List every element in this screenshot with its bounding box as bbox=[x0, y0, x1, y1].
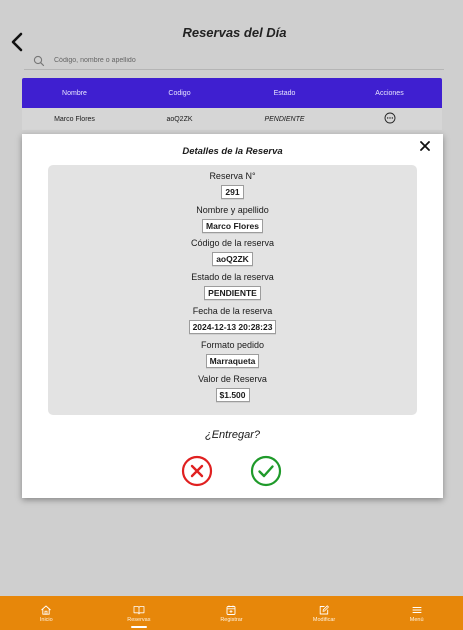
field-label: Reserva N° bbox=[209, 171, 256, 181]
field-label: Formato pedido bbox=[200, 340, 265, 350]
field-value: aoQ2ZK bbox=[212, 252, 253, 266]
field-value: 291 bbox=[221, 185, 244, 199]
deliver-question: ¿Entregar? bbox=[204, 429, 261, 441]
reject-button[interactable] bbox=[181, 455, 213, 487]
nav-item-inicio[interactable]: Inicio bbox=[11, 596, 81, 630]
column-header-nombre: Nombre bbox=[62, 89, 87, 97]
field-value: $1.500 bbox=[215, 388, 250, 402]
nav-label: Modificar bbox=[312, 616, 336, 623]
field-formato: Formato pedido Marraqueta bbox=[48, 340, 417, 369]
field-value: 2024-12-13 20:28:23 bbox=[188, 320, 277, 334]
field-reserva-numero: Reserva N° 291 bbox=[48, 171, 417, 200]
nav-item-reservas[interactable]: Reservas bbox=[104, 596, 174, 630]
check-circle-icon bbox=[250, 455, 282, 487]
search-icon bbox=[33, 55, 45, 66]
search-input[interactable] bbox=[54, 57, 414, 64]
field-nombre: Nombre y apellido Marco Flores bbox=[48, 205, 417, 234]
field-estado: Estado de la reserva PENDIENTE bbox=[48, 272, 417, 301]
bottom-navigation: Inicio Reservas Registrar Modificar Menú bbox=[0, 596, 463, 630]
nav-label: Reservas bbox=[127, 616, 151, 623]
search-bar[interactable] bbox=[24, 52, 444, 70]
modal-title: Detalles de la Reserva bbox=[182, 146, 283, 157]
cell-nombre: Marco Flores bbox=[54, 115, 95, 123]
row-actions-button[interactable] bbox=[384, 112, 396, 124]
nav-item-menu[interactable]: Menú bbox=[382, 596, 452, 630]
nav-item-modificar[interactable]: Modificar bbox=[289, 596, 359, 630]
field-value: PENDIENTE bbox=[204, 286, 261, 300]
reservation-details-modal: Detalles de la Reserva Reserva N° 291 No… bbox=[22, 134, 443, 498]
column-header-codigo: Codigo bbox=[168, 89, 191, 97]
nav-label: Menú bbox=[409, 616, 424, 623]
menu-icon bbox=[412, 606, 422, 613]
nav-label: Inicio bbox=[39, 616, 53, 623]
table-header: Nombre Codigo Estado Acciones bbox=[22, 78, 442, 108]
home-icon bbox=[41, 605, 52, 615]
details-panel: Reserva N° 291 Nombre y apellido Marco F… bbox=[48, 165, 417, 415]
calendar-plus-icon bbox=[227, 605, 236, 615]
nav-label: Registrar bbox=[220, 616, 243, 623]
table-row[interactable]: Marco Flores aoQ2ZK PENDIENTE bbox=[22, 108, 442, 130]
field-value: Marraqueta bbox=[205, 354, 260, 368]
book-open-icon bbox=[133, 605, 145, 614]
field-codigo: Código de la reserva aoQ2ZK bbox=[48, 238, 417, 267]
field-label: Estado de la reserva bbox=[191, 272, 274, 282]
x-circle-icon bbox=[181, 455, 213, 487]
edit-icon bbox=[319, 604, 329, 614]
column-header-estado: Estado bbox=[273, 89, 296, 97]
field-valor: Valor de Reserva $1.500 bbox=[48, 374, 417, 403]
confirm-delivery-button[interactable] bbox=[250, 455, 282, 487]
field-label: Fecha de la reserva bbox=[192, 306, 273, 316]
more-horizontal-icon bbox=[384, 112, 395, 124]
column-header-acciones: Acciones bbox=[375, 89, 404, 97]
field-value: Marco Flores bbox=[202, 219, 263, 233]
field-fecha: Fecha de la reserva 2024-12-13 20:28:23 bbox=[48, 306, 417, 335]
cell-estado: PENDIENTE bbox=[264, 115, 305, 123]
field-label: Valor de Reserva bbox=[198, 374, 267, 384]
page-title: Reservas del Día bbox=[182, 25, 287, 40]
nav-item-registrar[interactable]: Registrar bbox=[196, 596, 266, 630]
cell-codigo: aoQ2ZK bbox=[166, 115, 193, 123]
cell-acciones bbox=[337, 112, 442, 126]
field-label: Nombre y apellido bbox=[196, 205, 269, 215]
field-label: Código de la reserva bbox=[190, 238, 275, 248]
active-tab-indicator bbox=[130, 626, 147, 628]
